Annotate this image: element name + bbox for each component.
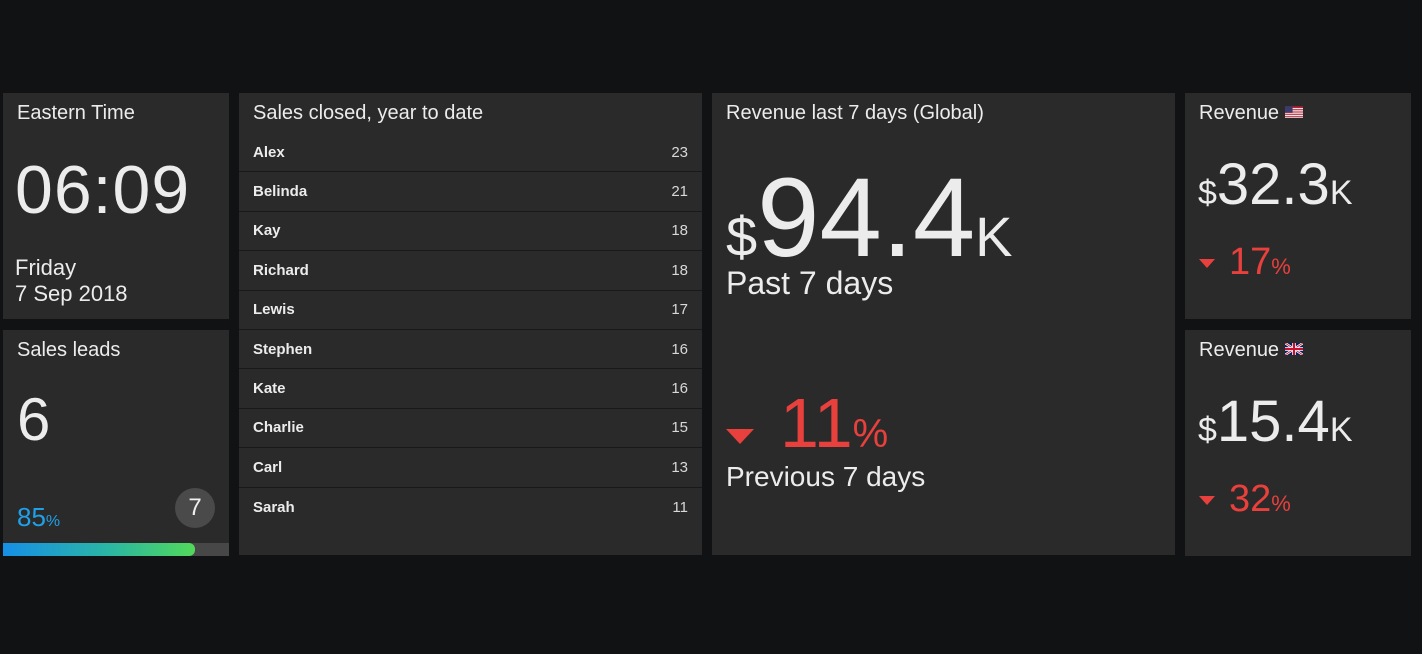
down-arrow-icon [1199,259,1215,268]
revenue-uk-tile: Revenue $15.4K 32% [1185,330,1411,556]
revenue-uk-unit: K [1329,411,1353,449]
clock-day: Friday [15,255,77,280]
sales-leads-goal-badge: 7 [175,488,215,528]
revenue-us-tile: Revenue $32.3K 17% [1185,93,1411,319]
leaderboard-value: 23 [671,143,688,161]
leaderboard-value: 16 [671,380,688,398]
leaderboard-value: 18 [671,222,688,240]
sales-leads-tile: Sales leads 6 85% 7 [3,330,229,556]
leaderboard-row: Carl 13 [239,448,702,488]
leaderboard-name: Charlie [253,419,304,437]
sales-closed-tile: Sales closed, year to date Alex 23 Belinda… [239,93,702,555]
leaderboard-row: Alex 23 [239,133,702,173]
revenue-us-unit: K [1329,174,1353,212]
sales-leads-title: Sales leads [17,339,121,361]
revenue-uk-change-value: 32 [1229,478,1272,520]
revenue-uk-title-text: Revenue [1199,339,1280,361]
sales-leads-value: 6 [17,386,51,453]
us-flag-icon [1285,106,1304,118]
leaderboard-name: Lewis [253,301,295,319]
revenue-global-change: 11% [726,383,888,463]
leaderboard-row: Stephen 16 [239,330,702,370]
revenue-global-unit: K [975,205,1013,268]
leaderboard-row: Belinda 21 [239,172,702,212]
leaderboard-value: 16 [671,340,688,358]
sales-leads-progress-track [3,543,229,556]
leaderboard-row: Richard 18 [239,251,702,291]
leaderboard-value: 13 [671,458,688,476]
clock-time: 06:09 [15,152,191,228]
uk-flag-icon [1285,342,1304,355]
leaderboard-name: Alex [253,143,285,161]
revenue-uk-title: Revenue [1199,339,1304,362]
down-arrow-icon [726,429,754,445]
revenue-global-value: $94.4K [726,153,1013,282]
revenue-global-currency: $ [726,205,758,268]
leaderboard-value: 11 [672,498,688,516]
revenue-global-caption: Past 7 days [726,265,894,301]
clock-title: Eastern Time [17,102,135,124]
revenue-global-change-caption: Previous 7 days [726,461,926,492]
leaderboard-name: Kate [253,380,286,398]
revenue-uk-number: 15.4 [1216,389,1330,454]
leaderboard-name: Sarah [253,498,295,516]
revenue-us-value: $32.3K [1198,151,1353,218]
revenue-us-change-unit: % [1271,254,1291,279]
leaderboard-row: Sarah 11 [239,488,702,527]
leaderboard-name: Kay [253,222,281,240]
revenue-uk-currency: $ [1198,411,1217,449]
revenue-uk-change-unit: % [1271,491,1291,516]
leaderboard-row: Charlie 15 [239,409,702,449]
leaderboard-list: Alex 23 Belinda 21 Kay 18 Richard 18 Lewis 17 Step… [239,133,702,527]
revenue-global-number: 94.4 [757,155,976,280]
leaderboard-name: Carl [253,458,283,476]
revenue-uk-value: $15.4K [1198,388,1353,455]
revenue-us-change-value: 17 [1229,241,1272,283]
down-arrow-icon [1199,496,1215,505]
leaderboard-row: Kay 18 [239,212,702,252]
revenue-us-title: Revenue [1199,102,1304,125]
leaderboard-row: Lewis 17 [239,291,702,330]
revenue-us-currency: $ [1198,174,1217,212]
leaderboard-value: 21 [671,183,688,201]
revenue-global-change-value: 11 [780,384,853,462]
revenue-us-title-text: Revenue [1199,102,1280,124]
revenue-global-tile: Revenue last 7 days (Global) $94.4K Past… [712,93,1175,555]
revenue-global-change-unit: % [852,412,889,456]
progress-unit: % [45,513,61,530]
leaderboard-row: Kate 16 [239,369,702,409]
clock-tile: Eastern Time 06:09 Friday 7 Sep 2018 [3,93,229,319]
leaderboard-name: Belinda [253,183,308,201]
leaderboard-name: Stephen [253,340,313,358]
leaderboard-value: 18 [671,261,688,279]
revenue-uk-change: 32% [1199,478,1291,521]
leaderboard-value: 17 [671,301,688,319]
leaderboard-value: 15 [671,419,688,437]
revenue-us-change: 17% [1199,241,1291,284]
sales-closed-title: Sales closed, year to date [253,102,484,124]
revenue-global-title: Revenue last 7 days (Global) [726,102,984,124]
sales-leads-progress-label: 85% [17,502,60,533]
progress-percent: 85 [17,502,46,532]
sales-leads-progress-fill [3,543,196,556]
clock-date: 7 Sep 2018 [15,281,128,306]
revenue-us-number: 32.3 [1216,152,1330,217]
leaderboard-name: Richard [253,261,309,279]
